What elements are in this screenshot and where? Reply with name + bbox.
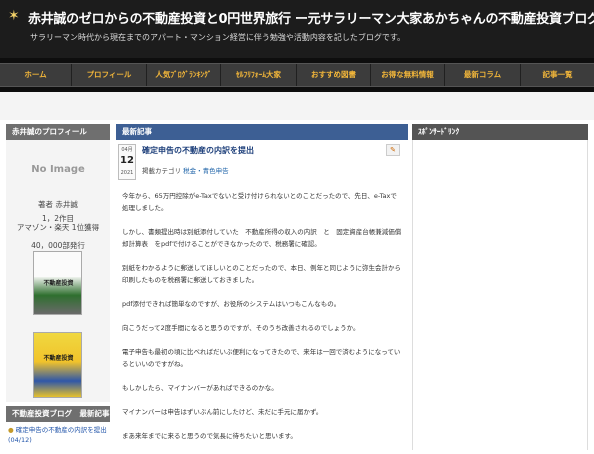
post-year: 2021 xyxy=(120,170,134,176)
post-body: 今年から、65万円控除がe-Taxでないと受け付けられないとのことだったので、先… xyxy=(122,190,402,454)
nav-item-ranking[interactable]: 人気ﾌﾞﾛｸﾞﾗﾝｷﾝｸﾞ xyxy=(147,64,221,86)
spacer-band xyxy=(0,92,594,120)
profile-image-placeholder: No Image xyxy=(31,164,85,175)
nav-menu: ホーム プロフィール 人気ﾌﾞﾛｸﾞﾗﾝｷﾝｸﾞ ｾﾙﾌﾘﾌｫｰﾑ大家 おすすめ… xyxy=(0,63,594,87)
post-paragraph: 向こうだって2度手間になると思うのですが、そのうち改善されるのでしょうか。 xyxy=(122,324,360,332)
category-label: 掲載カテゴリ xyxy=(142,167,181,175)
sponsored-links-panel xyxy=(412,140,588,450)
post-category: 掲載カテゴリ 税金・青色申告 xyxy=(142,165,229,175)
profile-header: 赤井誠のプロフィール xyxy=(6,124,110,140)
nav-item-profile[interactable]: プロフィール xyxy=(72,64,147,86)
profile-panel: No Image 著者 赤井誠 1，2作目 アマゾン・楽天 1位獲得 40，00… xyxy=(6,140,110,402)
author-name: 著者 赤井誠 xyxy=(38,200,78,209)
book-cover-1[interactable]: 不動産投資 xyxy=(33,251,82,315)
nav-item-free-info[interactable]: お得な無料情報 xyxy=(371,64,445,86)
category-link[interactable]: 税金・青色申告 xyxy=(183,167,229,175)
site-header: ✶ 赤井誠のゼロからの不動産投資と0円世界旅行 ー元サラリーマン大家あかちゃんの… xyxy=(0,0,594,58)
book-1-title: 不動産投資 xyxy=(43,280,74,287)
bullet-icon: ● xyxy=(8,426,14,434)
recent-post-date: (04/12) xyxy=(8,436,32,444)
post-paragraph: 今年から、65万円控除がe-Taxでないと受け付けられないとのことだったので、先… xyxy=(122,192,397,212)
post-paragraph: まあ来年までに来ると思うので気長に待ちたいと思います。 xyxy=(122,432,297,440)
book-2-title: 不動産投資 xyxy=(43,355,74,362)
post-paragraph: pdf添付できれば簡単なのですが、お役所のシステムはいつもこんなもの。 xyxy=(122,300,341,308)
post-title[interactable]: 確定申告の不動産の内訳を提出 xyxy=(142,145,254,156)
edit-icon[interactable]: ✎ xyxy=(386,144,400,156)
nav-item-article-list[interactable]: 記事一覧 xyxy=(521,64,594,86)
latest-posts-header: 最新記事 xyxy=(116,124,408,140)
post-month: 04月 xyxy=(121,147,133,153)
amazon-rank: アマゾン・楽天 1位獲得 xyxy=(16,223,100,232)
post-paragraph: もしかしたら、マイナンバーがあればできるのかな。 xyxy=(122,384,278,392)
site-title[interactable]: 赤井誠のゼロからの不動産投資と0円世界旅行 ー元サラリーマン大家あかちゃんの不動… xyxy=(28,8,594,27)
sponsored-links-header: ｽﾎﾟﾝｻｰﾄﾞﾘﾝｸ xyxy=(412,124,588,140)
main-content: 04月 12 2021 確定申告の不動産の内訳を提出 ✎ 掲載カテゴリ 税金・青… xyxy=(116,140,408,450)
recent-post-link[interactable]: 確定申告の不動産の内訳を提出 xyxy=(16,426,107,434)
sales-count: 40，000部発行 xyxy=(31,241,85,250)
nav-item-home[interactable]: ホーム xyxy=(0,64,72,86)
post-paragraph: 電子申告も最初の頃に比べればだいぶ便利になってきたので、来年は一回で済むようにな… xyxy=(122,348,401,368)
star-icon: ✶ xyxy=(8,8,20,24)
post-paragraph: しかし、書類提出時は別紙添付していた 不動産所得の収入の内訳 と 固定資産台帳兼… xyxy=(122,228,402,248)
recent-post-item: ● 確定申告の不動産の内訳を提出 (04/12) xyxy=(8,425,112,445)
nav-item-latest-column[interactable]: 最新コラム xyxy=(445,64,521,86)
nav-item-books[interactable]: おすすめ図書 xyxy=(297,64,371,86)
recent-posts-header: 不動産投資ブログ 最新記事 xyxy=(6,406,110,422)
nav-item-self-reform[interactable]: ｾﾙﾌﾘﾌｫｰﾑ大家 xyxy=(221,64,297,86)
post-paragraph: 別紙をわかるように郵送してほしいとのことだったので、本日、例年と同じように弥生会… xyxy=(122,264,401,284)
post-day: 12 xyxy=(120,155,134,166)
post-date-badge: 04月 12 2021 xyxy=(118,144,136,180)
post-paragraph: マイナンバーは申告はずいぶん前にしたけど、未だに手元に届かず。 xyxy=(122,408,323,416)
book-cover-2[interactable]: 不動産投資 xyxy=(33,332,82,398)
site-subtitle: サラリーマン時代から現在までのアパート・マンション経営に伴う勉強や活動内容を記し… xyxy=(30,33,406,42)
